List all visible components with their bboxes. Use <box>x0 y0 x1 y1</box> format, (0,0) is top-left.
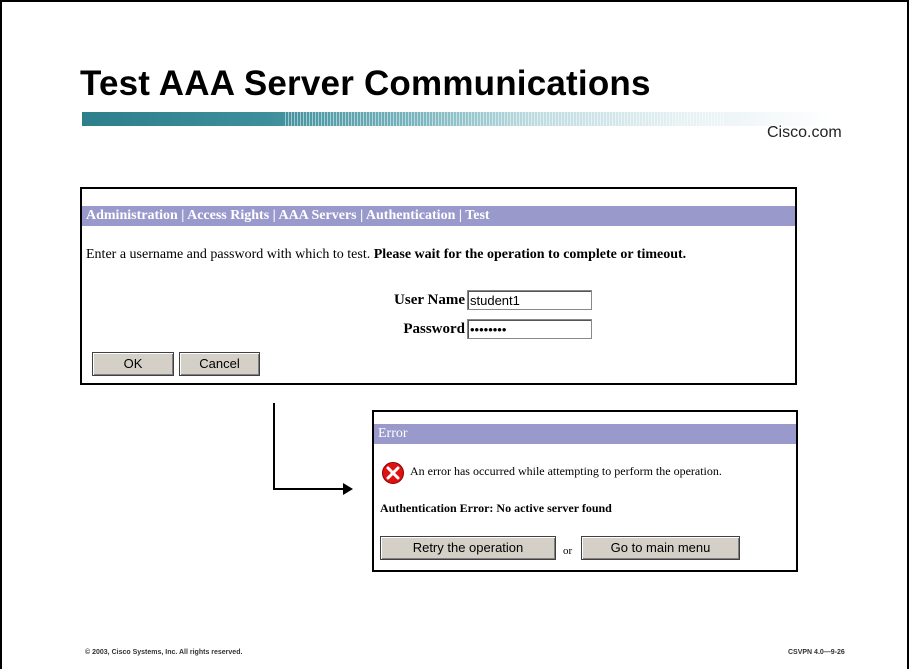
test-instruction-bold: Please wait for the operation to complet… <box>373 247 687 262</box>
test-instruction: Enter a username and password with which… <box>86 247 686 263</box>
slide-border-left <box>0 0 2 669</box>
page-title: Test AAA Server Communications <box>80 64 651 103</box>
error-panel: Error An error has occurred while attemp… <box>372 410 798 572</box>
error-message: An error has occurred while attempting t… <box>410 464 722 478</box>
ok-button[interactable]: OK <box>92 352 174 376</box>
test-breadcrumb: Administration | Access Rights | AAA Ser… <box>82 206 795 226</box>
test-instruction-plain: Enter a username and password with which… <box>86 247 374 262</box>
connector-line-vertical <box>273 403 275 490</box>
password-row: Password <box>82 319 795 341</box>
retry-button[interactable]: Retry the operation <box>380 536 556 560</box>
main-menu-button[interactable]: Go to main menu <box>581 536 740 560</box>
slide-number-footer: CSVPN 4.0—9-26 <box>788 649 845 656</box>
error-header: Error <box>374 424 796 444</box>
auth-error-text: Authentication Error: No active server f… <box>380 501 612 515</box>
test-panel: Administration | Access Rights | AAA Ser… <box>80 187 797 385</box>
username-input[interactable] <box>467 290 592 310</box>
password-input[interactable] <box>467 319 592 339</box>
connector-line-horizontal <box>273 488 345 490</box>
cancel-button[interactable]: Cancel <box>179 352 260 376</box>
brand-label: Cisco.com <box>767 124 842 141</box>
or-text: or <box>563 545 573 557</box>
arrow-right-icon <box>343 483 353 495</box>
slide-border-right <box>907 0 909 669</box>
username-label: User Name <box>394 292 465 308</box>
error-x-icon <box>382 462 404 484</box>
password-label: Password <box>403 321 465 337</box>
copyright-footer: © 2003, Cisco Systems, Inc. All rights r… <box>85 649 243 656</box>
username-row: User Name <box>82 290 795 312</box>
slide-border-top <box>0 0 909 2</box>
title-rule-pattern <box>285 112 725 126</box>
